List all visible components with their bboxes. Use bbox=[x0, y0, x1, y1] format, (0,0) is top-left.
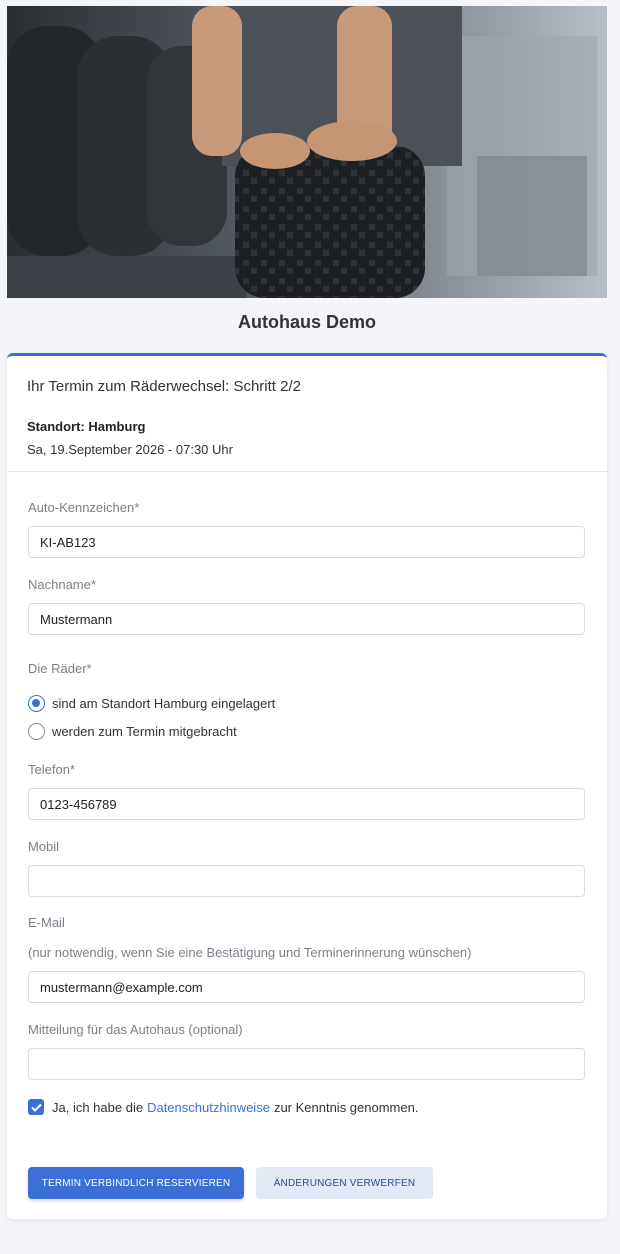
radio-unselected-icon[interactable] bbox=[28, 723, 45, 740]
booking-summary: Ihr Termin zum Räderwechsel: Schritt 2/2… bbox=[7, 356, 607, 472]
wheels-option-label: sind am Standort Hamburg eingelagert bbox=[52, 696, 276, 711]
mobile-label: Mobil bbox=[28, 839, 60, 854]
discard-button[interactable]: ÄNDERUNGEN VERWERFEN bbox=[256, 1167, 433, 1199]
plate-input[interactable]: KI-AB123 bbox=[28, 526, 585, 558]
message-label: Mitteilung für das Autohaus (optional) bbox=[28, 1022, 243, 1037]
reserve-button[interactable]: TERMIN VERBINDLICH RESERVIEREN bbox=[28, 1167, 244, 1199]
privacy-link[interactable]: Datenschutzhinweise bbox=[147, 1100, 270, 1115]
privacy-consent[interactable]: Ja, ich habe die Datenschutzhinweise zur… bbox=[28, 1099, 418, 1115]
appointment-datetime: Sa, 19.September 2026 - 07:30 Uhr bbox=[27, 442, 233, 457]
email-input[interactable]: mustermann@example.com bbox=[28, 971, 585, 1003]
phone-label: Telefon* bbox=[28, 762, 75, 777]
step-title: Ihr Termin zum Räderwechsel: Schritt 2/2 bbox=[27, 378, 301, 395]
location-label: Standort: Hamburg bbox=[27, 419, 146, 434]
message-input[interactable] bbox=[28, 1048, 585, 1080]
phone-input[interactable]: 0123-456789 bbox=[28, 788, 585, 820]
wheels-option-bring[interactable]: werden zum Termin mitgebracht bbox=[28, 723, 237, 740]
lastname-input[interactable]: Mustermann bbox=[28, 603, 585, 635]
radio-selected-icon[interactable] bbox=[28, 695, 45, 712]
brand-title: Autohaus Demo bbox=[237, 312, 376, 332]
wheels-option-label: werden zum Termin mitgebracht bbox=[52, 724, 237, 739]
mobile-input[interactable] bbox=[28, 865, 585, 897]
hero-image bbox=[7, 6, 607, 298]
wheels-label: Die Räder* bbox=[28, 661, 92, 676]
email-hint: (nur notwendig, wenn Sie eine Bestätigun… bbox=[28, 945, 472, 960]
email-label: E-Mail bbox=[28, 915, 65, 930]
plate-label: Auto-Kennzeichen* bbox=[28, 500, 140, 515]
lastname-label: Nachname* bbox=[28, 577, 96, 592]
privacy-text-before: Ja, ich habe die bbox=[52, 1099, 144, 1115]
booking-form-card: Ihr Termin zum Räderwechsel: Schritt 2/2… bbox=[7, 353, 607, 1219]
privacy-text-after: zur Kenntnis genommen. bbox=[273, 1099, 419, 1115]
checkbox-checked-icon[interactable] bbox=[28, 1099, 44, 1115]
wheels-option-stored[interactable]: sind am Standort Hamburg eingelagert bbox=[28, 695, 275, 712]
